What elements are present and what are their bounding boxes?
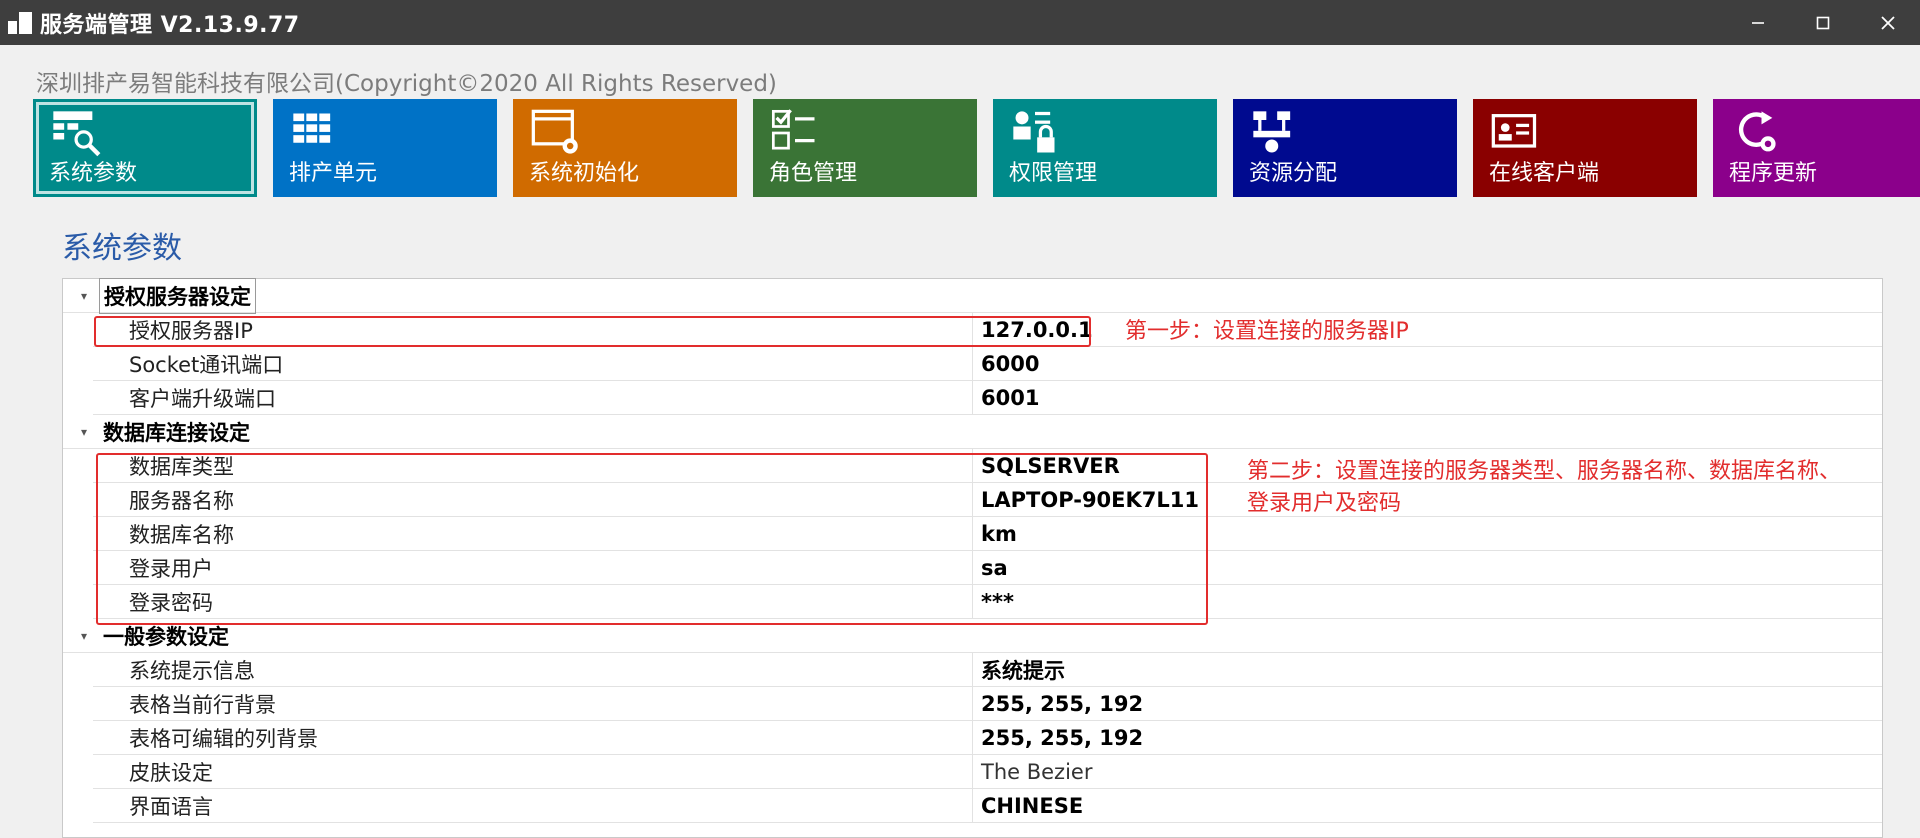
user-lock-icon [1013,111,1055,153]
property-row[interactable]: 客户端升级端口 6001 [93,381,1882,415]
property-row[interactable]: Socket通讯端口 6000 [93,347,1882,381]
property-value[interactable]: CHINESE [973,794,1083,818]
annotation-step2-line2: 登录用户及密码 [1247,491,1402,516]
property-name: 客户端升级端口 [93,381,973,414]
app-logo-icon [6,9,34,37]
minimize-button[interactable] [1725,0,1790,45]
collapse-arrow-icon[interactable]: ▾ [81,629,95,643]
tile-3[interactable]: 系统初始化 [513,99,737,197]
property-value[interactable]: 255, 255, 192 [973,726,1143,750]
tile-label: 角色管理 [769,161,858,186]
collapse-arrow-icon[interactable]: ▾ [81,425,95,439]
property-name: 界面语言 [93,789,973,822]
property-row[interactable]: 表格当前行背景 255, 255, 192 [93,687,1882,721]
tile-label: 程序更新 [1729,161,1818,186]
window-gear-icon [531,109,578,154]
close-button[interactable] [1855,0,1920,45]
close-icon [1880,15,1895,30]
property-row[interactable]: 表格可编辑的列背景 255, 255, 192 [93,721,1882,755]
property-name: 皮肤设定 [93,755,973,788]
tile-8[interactable]: 程序更新 [1713,99,1920,197]
tile-label: 资源分配 [1249,161,1338,186]
copyright-text: 深圳排产易智能科技有限公司(Copyright©2020 All Rights … [36,71,777,97]
property-value[interactable]: The Bezier [973,760,1092,784]
grid-section[interactable]: ▾ 数据库连接设定 [63,415,1882,449]
property-value[interactable]: 6001 [973,386,1039,410]
property-name: 表格可编辑的列背景 [93,721,973,754]
tile-6[interactable]: 资源分配 [1233,99,1457,197]
settings-search-icon [53,111,101,157]
tile-label: 系统初始化 [529,161,640,186]
grid-icon [293,113,331,143]
tile-label: 系统参数 [49,161,138,186]
tile-1[interactable]: 系统参数 [33,99,257,197]
resource-icon [1253,111,1291,153]
window-title: 服务端管理 V2.13.9.77 [40,12,300,38]
property-value[interactable]: 255, 255, 192 [973,692,1143,716]
property-name: Socket通讯端口 [93,347,973,380]
collapse-arrow-icon[interactable]: ▾ [81,289,95,303]
maximize-icon [1816,16,1829,29]
minimize-icon [1751,21,1764,24]
tile-5[interactable]: 权限管理 [993,99,1217,197]
tile-2[interactable]: 排产单元 [273,99,497,197]
maximize-button[interactable] [1790,0,1855,45]
property-value[interactable]: 系统提示 [973,655,1065,685]
grid-section[interactable]: ▾ 授权服务器设定 [63,277,1882,314]
property-row[interactable]: 皮肤设定 The Bezier [93,755,1882,789]
title-bar: 服务端管理 V2.13.9.77 [0,0,1920,45]
tile-label: 在线客户端 [1489,161,1600,186]
section-title: 授权服务器设定 [99,277,256,314]
page-title: 系统参数 [62,231,182,266]
property-row[interactable]: 界面语言 CHINESE [93,789,1882,823]
tile-label: 排产单元 [289,161,378,186]
highlight-box-step1 [94,316,1091,347]
checklist-icon [771,109,815,150]
annotation-step1: 第一步：设置连接的服务器IP [1125,319,1409,344]
section-title: 数据库连接设定 [103,420,250,445]
property-row[interactable]: 系统提示信息 系统提示 [93,653,1882,687]
tile-label: 权限管理 [1009,161,1098,186]
property-name: 系统提示信息 [93,653,973,686]
highlight-box-step2 [96,453,1208,625]
refresh-gear-icon [1738,111,1776,152]
tile-7[interactable]: 在线客户端 [1473,99,1697,197]
tile-4[interactable]: 角色管理 [753,99,977,197]
property-name: 表格当前行背景 [93,687,973,720]
annotation-step2-line1: 第二步：设置连接的服务器类型、服务器名称、数据库名称、 [1247,459,1842,484]
id-card-icon [1491,114,1537,148]
property-value[interactable]: 6000 [973,352,1039,376]
